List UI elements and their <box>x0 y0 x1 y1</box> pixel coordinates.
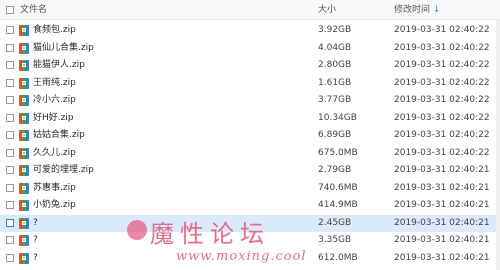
file-modified-date: 2019-03-31 02:40:22 <box>394 42 490 53</box>
row-checkbox[interactable] <box>6 96 14 104</box>
file-size: 414.9MB <box>318 200 358 210</box>
sort-arrow-icon: ↓ <box>432 5 441 15</box>
row-checkbox[interactable] <box>6 253 14 262</box>
watermark-title: 魔性论坛 <box>150 220 270 248</box>
file-modified-date: 2019-03-31 02:40:22 <box>394 130 490 140</box>
file-row[interactable]: 可爱的埋埋.zip 2.79GB 2019-03-31 02:40:21 <box>0 162 500 179</box>
file-modified-date: 2019-03-31 02:40:22 <box>394 25 490 35</box>
file-row[interactable]: 小奶兔.zip 414.9MB 2019-03-31 02:40:21 <box>0 197 500 214</box>
row-checkbox[interactable] <box>6 236 14 244</box>
file-size: 3.35GB <box>318 235 352 245</box>
file-name[interactable]: 好H好.zip <box>33 110 74 127</box>
row-checkbox[interactable] <box>6 218 14 227</box>
file-name[interactable]: 食频包.zip <box>33 22 76 39</box>
zip-archive-icon <box>19 165 29 176</box>
file-row[interactable]: 好H好.zip 10.34GB 2019-03-31 02:40:22 <box>0 110 500 127</box>
file-size: 2.79GB <box>318 165 352 175</box>
row-checkbox[interactable] <box>6 61 14 69</box>
file-size: 2.45GB <box>318 217 352 228</box>
file-modified-date: 2019-03-31 02:40:22 <box>394 95 490 105</box>
file-row[interactable]: 姑姑合集.zip 6.89GB 2019-03-31 02:40:22 <box>0 127 500 144</box>
scrollbar[interactable] <box>496 20 500 270</box>
row-checkbox[interactable] <box>6 148 14 157</box>
zip-archive-icon <box>19 77 29 89</box>
row-checkbox[interactable] <box>6 43 14 52</box>
zip-archive-icon <box>19 25 29 36</box>
file-row[interactable]: 王雨纯.zip 1.61GB 2019-03-31 02:40:22 <box>0 75 500 92</box>
column-name-header[interactable]: 文件名 <box>20 0 47 19</box>
file-modified-date: 2019-03-31 02:40:22 <box>394 147 490 158</box>
file-name[interactable]: 冷小六.zip <box>33 92 76 109</box>
file-name[interactable]: 苏惠事.zip <box>33 180 76 197</box>
file-row[interactable]: 猫仙儿合集.zip 4.04GB 2019-03-31 02:40:22 <box>0 40 500 57</box>
zip-archive-icon <box>19 42 29 54</box>
file-modified-date: 2019-03-31 02:40:21 <box>394 200 490 210</box>
watermark-logo-icon <box>127 220 147 240</box>
file-row[interactable]: 食频包.zip 3.92GB 2019-03-31 02:40:22 <box>0 22 500 39</box>
file-size: 3.77GB <box>318 95 352 105</box>
file-modified-date: 2019-03-31 02:40:21 <box>394 235 490 245</box>
file-size: 3.92GB <box>318 25 352 35</box>
file-row[interactable]: 久久儿.zip 675.0MB 2019-03-31 02:40:22 <box>0 145 500 162</box>
zip-archive-icon <box>19 252 29 264</box>
file-name[interactable]: 久久儿.zip <box>33 145 76 162</box>
file-name[interactable]: 小奶兔.zip <box>33 197 76 214</box>
file-modified-date: 2019-03-31 02:40:21 <box>394 182 490 193</box>
column-date-label: 修改时间 <box>394 5 431 15</box>
file-row[interactable]: 能猫伊人.zip 2.80GB 2019-03-31 02:40:22 <box>0 57 500 74</box>
file-row[interactable]: 冷小六.zip 3.77GB 2019-03-31 02:40:22 <box>0 92 500 109</box>
file-modified-date: 2019-03-31 02:40:21 <box>394 165 490 175</box>
column-date-header[interactable]: 修改时间 ↓ <box>394 0 440 19</box>
file-size: 4.04GB <box>318 42 352 53</box>
file-row[interactable]: 苏惠事.zip 740.6MB 2019-03-31 02:40:21 <box>0 180 500 197</box>
zip-archive-icon <box>19 95 29 106</box>
file-name[interactable]: 猫仙儿合集.zip <box>33 40 94 57</box>
row-checkbox[interactable] <box>6 26 14 34</box>
file-modified-date: 2019-03-31 02:40:22 <box>394 112 490 123</box>
file-name[interactable]: 可爱的埋埋.zip <box>33 162 94 179</box>
file-name[interactable]: 王雨纯.zip <box>33 75 76 92</box>
row-checkbox[interactable] <box>6 166 14 174</box>
zip-archive-icon <box>19 182 29 194</box>
watermark-url: www.moxing.cool <box>176 249 307 264</box>
file-size: 740.6MB <box>318 182 358 193</box>
select-all-checkbox[interactable] <box>6 6 14 14</box>
zip-archive-icon <box>19 200 29 211</box>
zip-archive-icon <box>19 60 29 71</box>
file-size: 675.0MB <box>318 147 358 158</box>
zip-archive-icon <box>19 112 29 124</box>
zip-archive-icon <box>19 217 29 229</box>
zip-archive-icon <box>19 147 29 159</box>
file-size: 2.80GB <box>318 60 352 70</box>
file-size: 6.89GB <box>318 130 352 140</box>
file-modified-date: 2019-03-31 02:40:22 <box>394 77 490 88</box>
file-size: 10.34GB <box>318 112 357 123</box>
file-modified-date: 2019-03-31 02:40:21 <box>394 217 490 228</box>
row-checkbox[interactable] <box>6 131 14 139</box>
file-name[interactable]: 姑姑合集.zip <box>33 127 85 144</box>
file-name[interactable]: ? <box>33 232 38 249</box>
file-name[interactable]: ? <box>33 215 38 232</box>
file-size: 612.0MB <box>318 252 358 263</box>
zip-archive-icon <box>19 130 29 141</box>
file-modified-date: 2019-03-31 02:40:22 <box>394 60 490 70</box>
column-size-header[interactable]: 大小 <box>318 0 336 19</box>
row-checkbox[interactable] <box>6 78 14 87</box>
row-checkbox[interactable] <box>6 183 14 192</box>
file-size: 1.61GB <box>318 77 352 88</box>
file-name[interactable]: ? <box>33 250 38 267</box>
file-list-header: 文件名 大小 修改时间 ↓ <box>0 0 500 20</box>
file-name[interactable]: 能猫伊人.zip <box>33 57 85 74</box>
row-checkbox[interactable] <box>6 201 14 209</box>
zip-archive-icon <box>19 235 29 246</box>
file-modified-date: 2019-03-31 02:40:21 <box>394 252 490 263</box>
row-checkbox[interactable] <box>6 113 14 122</box>
